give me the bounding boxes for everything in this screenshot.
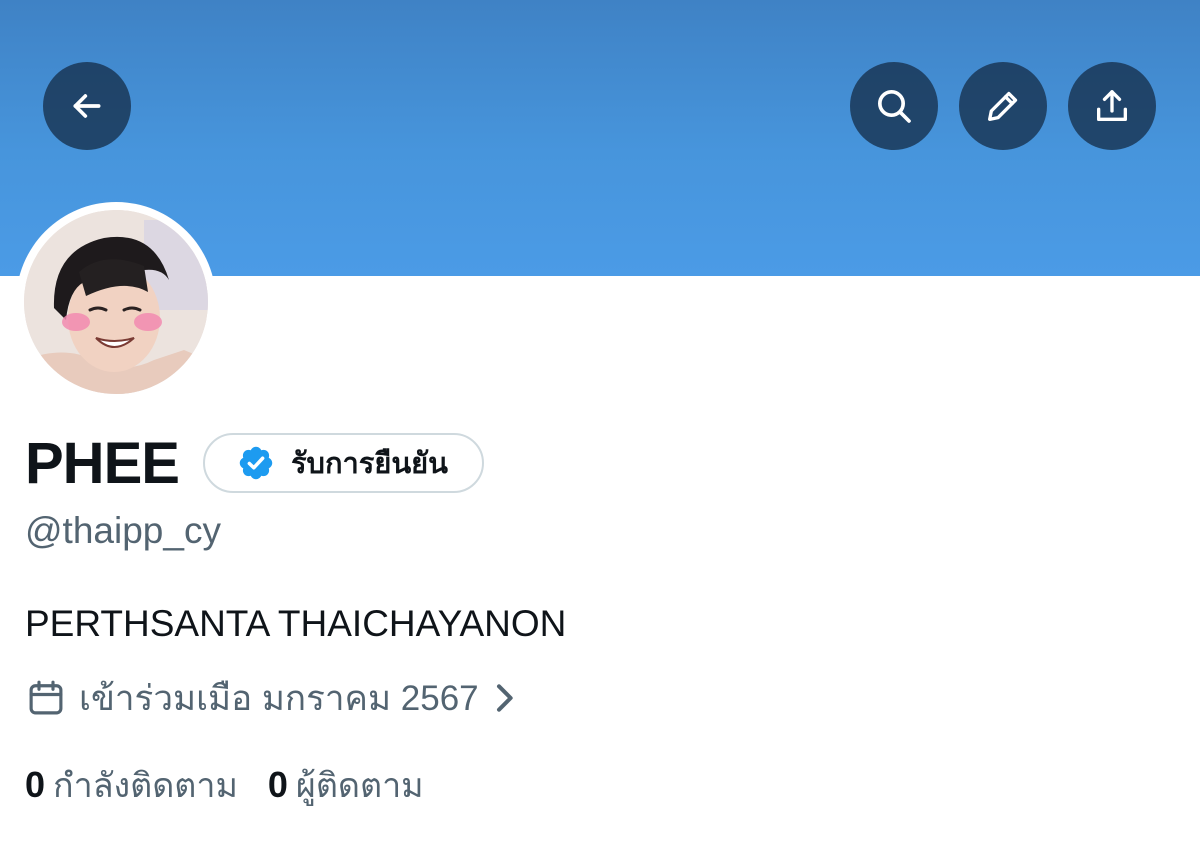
verified-badge-icon — [239, 446, 273, 480]
followers-stat[interactable]: 0 ผู้ติดตาม — [268, 758, 424, 812]
pencil-icon — [988, 91, 1018, 122]
arrow-left-icon — [73, 94, 101, 118]
name-row: PHEE รับการยืนยัน — [25, 428, 484, 498]
following-label: กำลังติดตาม — [53, 767, 238, 805]
following-stat[interactable]: 0 กำลังติดตาม — [25, 758, 238, 812]
bio-text: PERTHSANTA THAICHAYANON — [25, 603, 567, 644]
followers-label: ผู้ติดตาม — [295, 767, 424, 805]
following-count: 0 — [25, 764, 46, 805]
joined-date-row[interactable]: เข้าร่วมเมือ มกราคม 2567 — [25, 675, 515, 721]
get-verified-button[interactable]: รับการยืนยัน — [202, 433, 484, 493]
user-handle: @thaipp_cy — [25, 510, 221, 551]
chevron-right-icon — [493, 683, 515, 713]
back-button[interactable] — [43, 62, 131, 150]
calendar-icon — [25, 677, 67, 719]
share-upload-icon — [1097, 90, 1127, 122]
followers-count: 0 — [267, 764, 288, 805]
display-name: PHEE — [25, 430, 180, 496]
search-button[interactable] — [850, 62, 938, 150]
follow-stats: 0 กำลังติดตาม 0 ผู้ติดตาม — [25, 760, 424, 810]
avatar-photo — [24, 210, 208, 394]
edit-button[interactable] — [959, 62, 1047, 150]
search-icon — [878, 90, 911, 123]
share-button[interactable] — [1068, 62, 1156, 150]
verified-label: รับการยืนยัน — [290, 448, 448, 480]
avatar-frame[interactable] — [16, 202, 216, 402]
avatar[interactable] — [24, 210, 208, 394]
joined-date-text: เข้าร่วมเมือ มกราคม 2567 — [79, 678, 479, 718]
